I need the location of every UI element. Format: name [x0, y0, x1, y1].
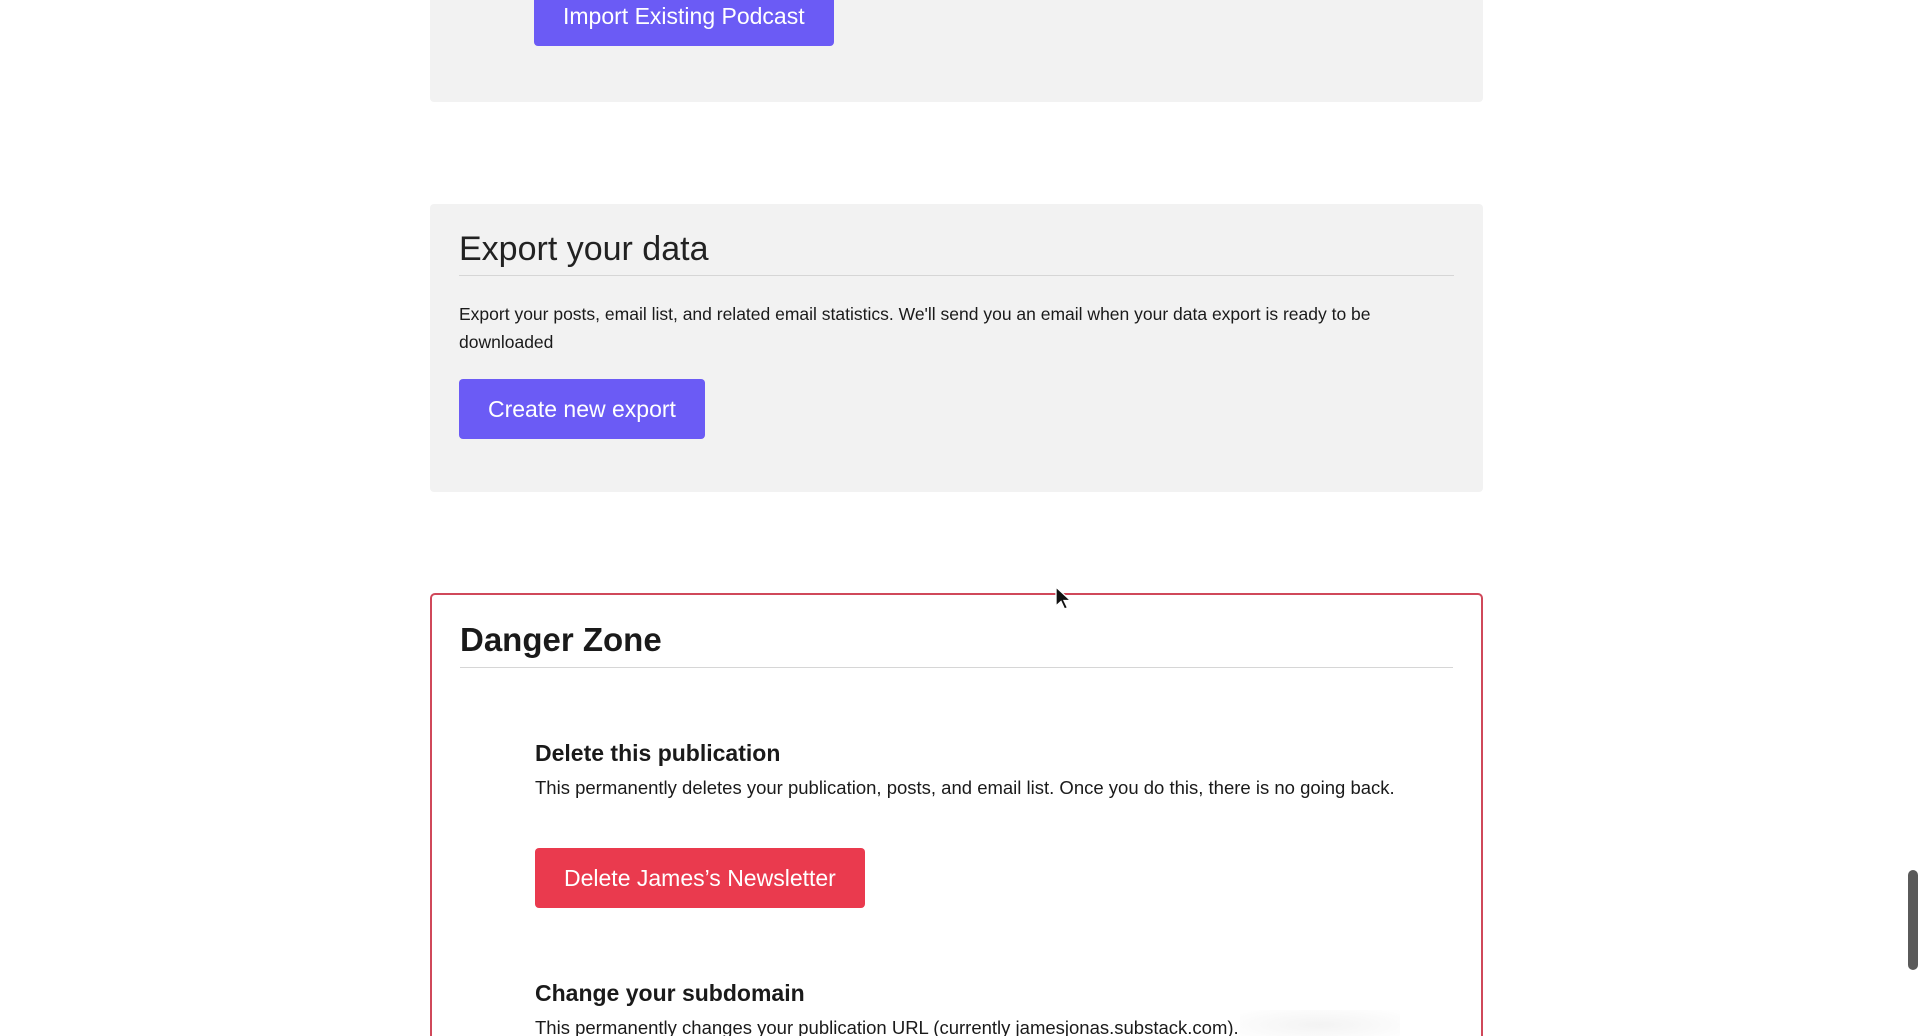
change-subdomain-title: Change your subdomain — [535, 980, 805, 1006]
scrollbar-thumb[interactable] — [1908, 870, 1918, 970]
delete-publication-description: This permanently deletes your publicatio… — [535, 777, 1395, 798]
fade-overlay — [1240, 1010, 1400, 1036]
create-new-export-button[interactable]: Create new export — [459, 379, 705, 439]
export-data-card: Export your data Export your posts, emai… — [430, 204, 1483, 492]
delete-publication-title: Delete this publication — [535, 740, 781, 766]
export-section-title: Export your data — [459, 204, 1454, 276]
import-existing-podcast-button[interactable]: Import Existing Podcast — [534, 0, 834, 46]
delete-newsletter-button[interactable]: Delete James’s Newsletter — [535, 848, 865, 908]
export-section-description: Export your posts, email list, and relat… — [459, 304, 1371, 352]
delete-publication-section: Delete this publication This permanently… — [535, 740, 1415, 908]
podcast-card: Import Existing Podcast — [430, 0, 1483, 102]
mouse-cursor-icon — [1055, 586, 1073, 610]
danger-zone-card: Danger Zone Delete this publication This… — [430, 593, 1483, 1036]
settings-page: Import Existing Podcast Export your data… — [0, 0, 1920, 1036]
danger-zone-title: Danger Zone — [460, 595, 1453, 668]
